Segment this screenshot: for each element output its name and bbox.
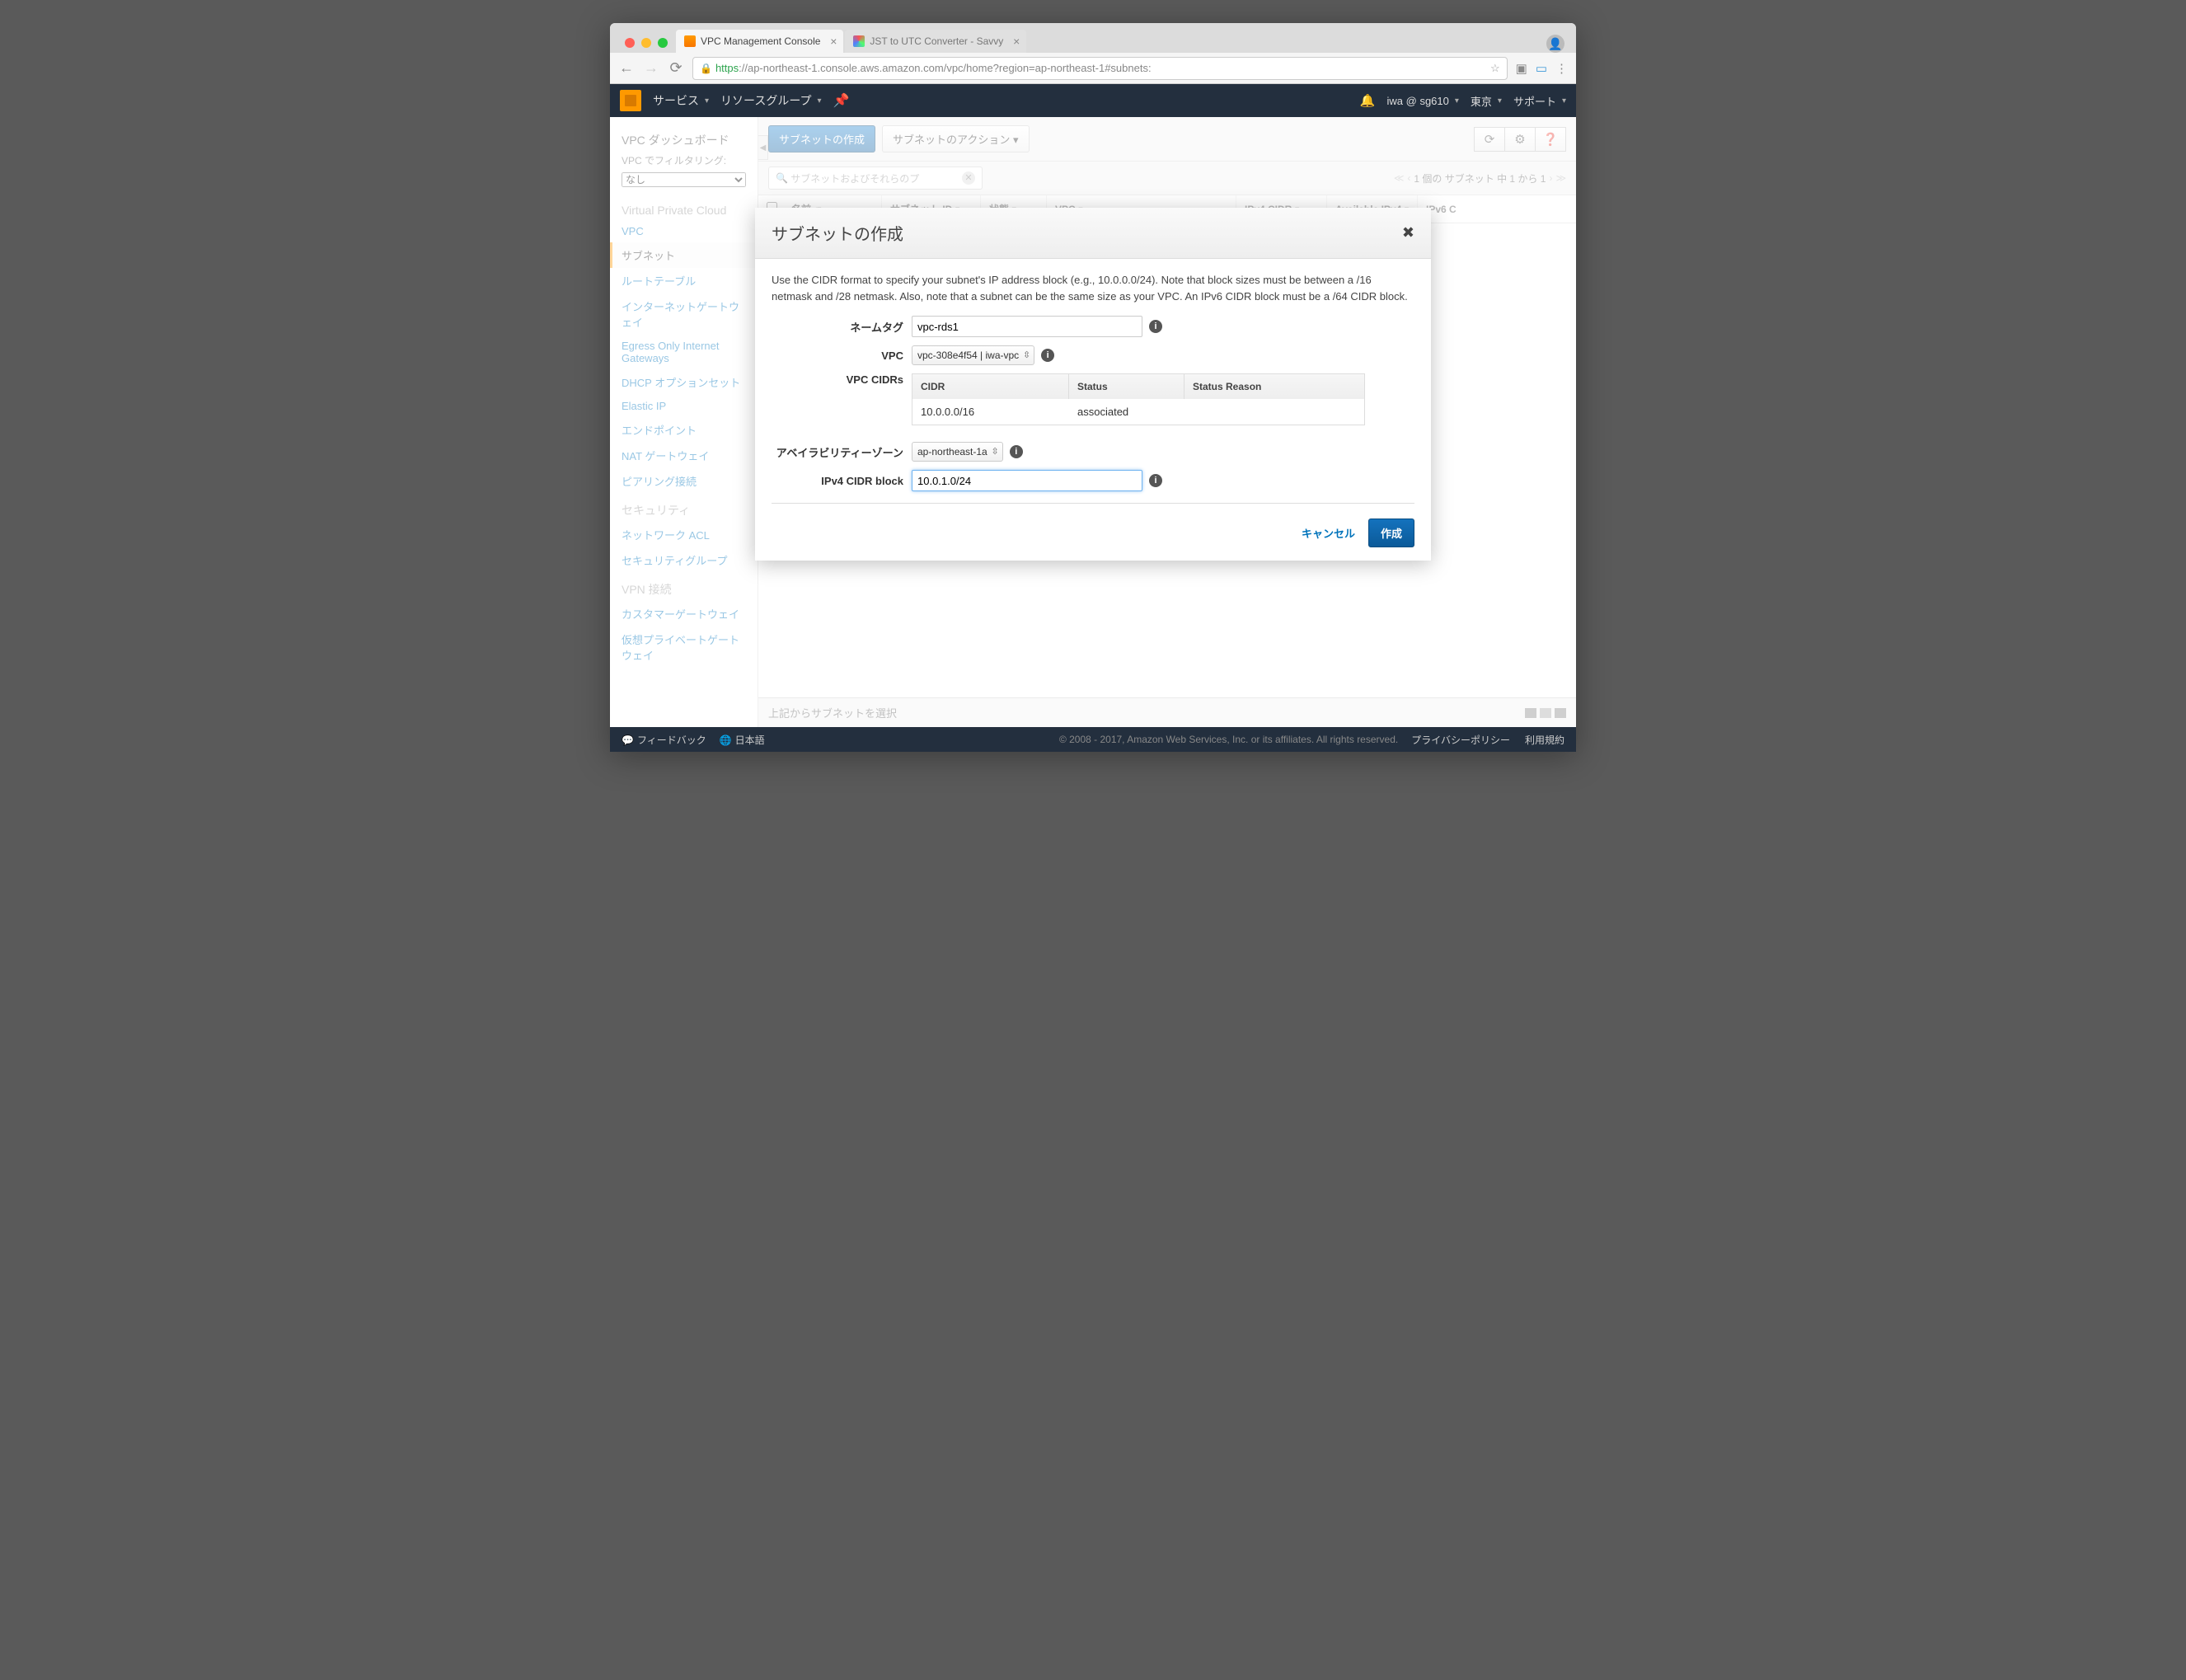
privacy-link[interactable]: プライバシーポリシー	[1411, 733, 1510, 747]
tab-jst-utc[interactable]: JST to UTC Converter - Savvy ×	[845, 30, 1026, 53]
window-minimize-dot[interactable]	[641, 38, 651, 48]
region-menu[interactable]: 東京	[1471, 93, 1502, 109]
status-col-header: Status	[1069, 374, 1184, 399]
feedback-link[interactable]: フィードバック	[622, 733, 706, 747]
lock-icon: 🔒	[700, 63, 712, 74]
extension-icon[interactable]: ▭	[1536, 61, 1547, 76]
terms-link[interactable]: 利用規約	[1525, 733, 1564, 747]
tab-close-icon[interactable]: ×	[830, 35, 837, 48]
dialog-title: サブネットの作成	[772, 221, 903, 245]
cancel-button[interactable]: キャンセル	[1302, 525, 1355, 541]
tab-close-icon[interactable]: ×	[1013, 35, 1020, 48]
url-scheme: https	[715, 62, 739, 74]
account-menu[interactable]: iwa @ sg610	[1387, 93, 1459, 109]
services-menu[interactable]: サービス	[653, 92, 709, 109]
table-row: 10.0.0.0/16 associated	[912, 399, 1364, 425]
create-subnet-dialog: サブネットの作成 ✖ Use the CIDR format to specif…	[755, 208, 1431, 561]
az-label: アベイラビリティーゾーン	[772, 444, 912, 460]
tab-vpc-console[interactable]: VPC Management Console ×	[676, 30, 843, 53]
az-select[interactable]: ap-northeast-1a	[912, 442, 1003, 462]
create-button[interactable]: 作成	[1368, 519, 1414, 547]
name-tag-input[interactable]	[912, 316, 1142, 337]
window-zoom-dot[interactable]	[658, 38, 668, 48]
reason-cell	[1184, 399, 1364, 425]
pin-icon[interactable]: 📌	[833, 92, 850, 109]
reload-icon[interactable]: ⟳	[668, 59, 684, 77]
cidr-cell: 10.0.0.0/16	[912, 399, 1069, 425]
tab-title: JST to UTC Converter - Savvy	[870, 35, 1003, 47]
extension-icon[interactable]: ▣	[1516, 61, 1527, 76]
menu-icon[interactable]: ⋮	[1555, 61, 1568, 76]
vpc-cidrs-label: VPC CIDRs	[772, 373, 912, 386]
back-icon[interactable]: ←	[618, 59, 635, 77]
bookmark-star-icon[interactable]: ☆	[1490, 62, 1500, 75]
support-menu[interactable]: サポート	[1513, 93, 1566, 109]
vpc-cidrs-table: CIDR Status Status Reason 10.0.0.0/16 as…	[912, 373, 1365, 425]
tab-title: VPC Management Console	[701, 35, 820, 47]
info-icon[interactable]: i	[1149, 320, 1162, 333]
forward-icon: →	[643, 59, 659, 77]
savvy-favicon-icon	[853, 35, 865, 47]
info-icon[interactable]: i	[1149, 474, 1162, 487]
ipv4-cidr-label: IPv4 CIDR block	[772, 475, 912, 487]
reason-col-header: Status Reason	[1184, 374, 1364, 399]
info-icon[interactable]: i	[1041, 349, 1054, 362]
info-icon[interactable]: i	[1010, 445, 1023, 458]
notifications-icon[interactable]: 🔔	[1360, 93, 1376, 108]
name-tag-label: ネームタグ	[772, 319, 912, 335]
aws-favicon-icon	[684, 35, 696, 47]
aws-logo-icon[interactable]	[620, 90, 641, 111]
address-bar[interactable]: 🔒 https://ap-northeast-1.console.aws.ama…	[692, 57, 1508, 80]
cidr-col-header: CIDR	[912, 374, 1069, 399]
language-link[interactable]: 日本語	[720, 733, 765, 747]
url-rest: ://ap-northeast-1.console.aws.amazon.com…	[739, 62, 1151, 74]
copyright-text: © 2008 - 2017, Amazon Web Services, Inc.…	[1059, 734, 1398, 745]
vpc-select[interactable]: vpc-308e4f54 | iwa-vpc	[912, 345, 1034, 365]
profile-icon[interactable]: 👤	[1546, 35, 1564, 53]
vpc-label: VPC	[772, 350, 912, 362]
window-close-dot[interactable]	[625, 38, 635, 48]
dialog-description: Use the CIDR format to specify your subn…	[772, 272, 1414, 304]
resource-groups-menu[interactable]: リソースグループ	[720, 92, 822, 109]
status-cell: associated	[1069, 399, 1184, 425]
ipv4-cidr-input[interactable]	[912, 470, 1142, 491]
dialog-close-icon[interactable]: ✖	[1402, 224, 1414, 242]
